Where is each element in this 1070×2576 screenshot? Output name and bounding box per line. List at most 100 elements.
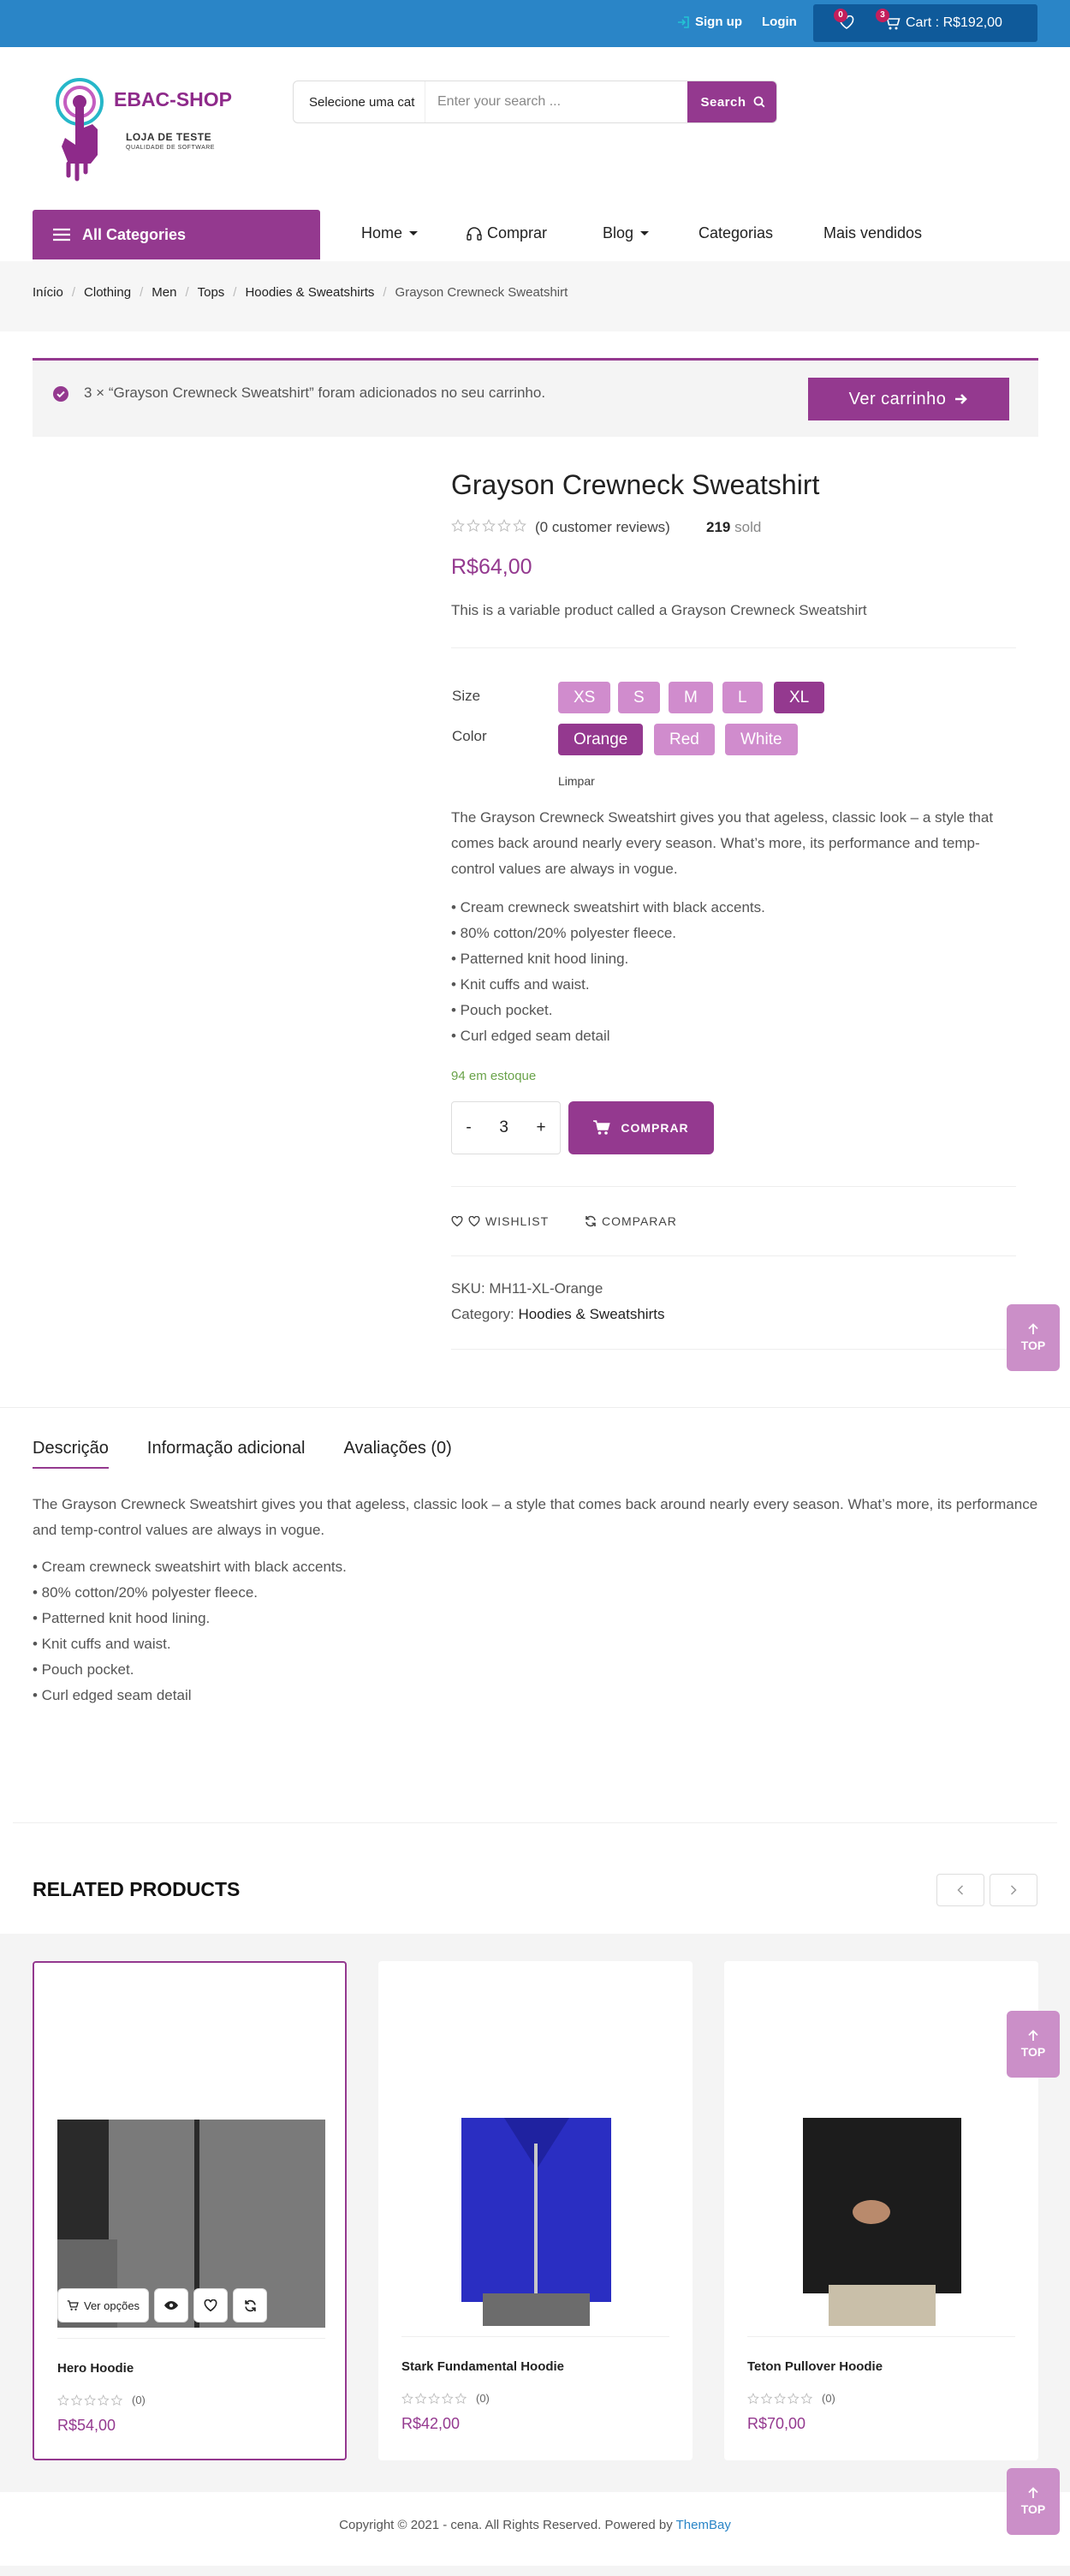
breadcrumb-separator: / (71, 285, 76, 300)
view-options-button[interactable]: Ver opções (57, 2288, 150, 2323)
footer-bottom-strip (0, 2566, 1070, 2576)
chevron-right-icon (1010, 1885, 1017, 1895)
hoodie-image (401, 2118, 669, 2326)
compare-label: COMPARAR (602, 1214, 677, 1228)
eye-icon (163, 2300, 179, 2311)
thembay-link[interactable]: ThemBay (676, 2518, 731, 2532)
feature-item: • 80% cotton/20% polyester fleece. (451, 925, 676, 941)
product-card[interactable]: Ver opções Hero Hoodie (0) R$54,00 (33, 1961, 347, 2460)
nav-comprar[interactable]: Comprar (467, 224, 547, 242)
color-option-red[interactable]: Red (654, 724, 715, 755)
site-logo[interactable]: EBAC-SHOP LOJA DE TESTE QUALIDADE DE SOF… (47, 73, 244, 193)
signin-icon (676, 15, 690, 29)
cart-widget[interactable]: 0 3 Cart : R$192,00 (813, 4, 1037, 42)
arrow-up-icon (1028, 2487, 1038, 2499)
scroll-to-top-button[interactable]: TOP (1007, 1304, 1060, 1371)
size-option-xs[interactable]: XS (558, 682, 611, 713)
nav-mais-vendidos[interactable]: Mais vendidos (823, 224, 922, 242)
product-card[interactable]: Teton Pullover Hoodie (0) R$70,00 (724, 1961, 1038, 2460)
product-image[interactable] (747, 2118, 1015, 2326)
wishlist-count-badge: 0 (834, 9, 847, 22)
carousel-prev-button[interactable] (936, 1874, 984, 1906)
all-categories-button[interactable]: All Categories (33, 210, 320, 259)
product-name[interactable]: Hero Hoodie (57, 2361, 134, 2376)
product-name[interactable]: Stark Fundamental Hoodie (401, 2359, 564, 2374)
add-to-cart-button[interactable]: COMPRAR (568, 1101, 714, 1154)
qty-decrease-button[interactable]: - (466, 1118, 471, 1137)
size-option-m[interactable]: M (669, 682, 713, 713)
search-button[interactable]: Search (687, 81, 776, 122)
product-price: R$42,00 (401, 2415, 461, 2432)
tab-avaliacoes[interactable]: Avaliações (0) (343, 1439, 451, 1469)
heart-icon (451, 1215, 463, 1227)
signup-link[interactable]: Sign up (676, 15, 742, 29)
star-outline-icon (747, 2393, 812, 2404)
size-option-l[interactable]: L (722, 682, 763, 713)
breadcrumb-tops[interactable]: Tops (198, 285, 225, 300)
logo-subtitle: LOJA DE TESTE (126, 131, 212, 143)
feature-item: • Pouch pocket. (33, 1661, 134, 1678)
breadcrumb-hoodies[interactable]: Hoodies & Sweatshirts (245, 285, 374, 300)
search-category-select[interactable]: Selecione uma cat (294, 81, 425, 122)
feature-item: • Knit cuffs and waist. (451, 976, 590, 993)
arrow-right-icon (954, 392, 968, 406)
category-link[interactable]: Hoodies & Sweatshirts (518, 1306, 664, 1322)
nav-home[interactable]: Home (361, 224, 419, 242)
tab-informacao-adicional[interactable]: Informação adicional (147, 1439, 306, 1469)
size-option-s[interactable]: S (618, 682, 660, 713)
carousel-next-button[interactable] (990, 1874, 1037, 1906)
top-bar: Sign up Login 0 3 Cart : R$192,00 (0, 0, 1070, 47)
feature-item: • Cream crewneck sweatshirt with black a… (33, 1559, 347, 1575)
arrow-up-icon (1028, 2030, 1038, 2042)
breadcrumb-inicio[interactable]: Início (33, 285, 63, 300)
check-circle-icon (53, 386, 68, 402)
product-name[interactable]: Teton Pullover Hoodie (747, 2359, 883, 2374)
quick-view-button[interactable] (154, 2288, 189, 2323)
product-sku: SKU: MH11-XL-Orange (451, 1280, 603, 1297)
heart-icon (204, 2299, 217, 2312)
feature-item: • 80% cotton/20% polyester fleece. (33, 1584, 258, 1601)
product-title: Grayson Crewneck Sweatshirt (451, 469, 820, 500)
feature-item: • Cream crewneck sweatshirt with black a… (451, 899, 765, 915)
cart-total: Cart : R$192,00 (906, 15, 1002, 30)
refresh-icon (585, 1215, 597, 1227)
color-label: Color (452, 728, 487, 744)
qty-input[interactable]: 3 (499, 1118, 508, 1137)
feature-item: • Curl edged seam detail (33, 1687, 192, 1703)
product-image[interactable] (401, 2118, 669, 2326)
wishlist-label: WISHLIST (485, 1214, 550, 1228)
size-option-xl[interactable]: XL (774, 682, 825, 713)
color-option-white[interactable]: White (725, 724, 798, 755)
search-input[interactable] (437, 81, 694, 122)
nav-blog[interactable]: Blog (603, 224, 650, 242)
copyright-text: Copyright © 2021 - cena. All Rights Rese… (339, 2518, 673, 2532)
breadcrumb-separator: / (383, 285, 387, 300)
color-option-orange[interactable]: Orange (558, 724, 644, 755)
tab-descricao[interactable]: Descrição (33, 1439, 109, 1469)
breadcrumb-current: Grayson Crewneck Sweatshirt (395, 285, 568, 300)
star-outline-icon (57, 2394, 122, 2406)
breadcrumb-men[interactable]: Men (152, 285, 176, 300)
review-count: (0) (132, 2394, 146, 2406)
sold-count: 219 (706, 519, 731, 535)
clear-variations-link[interactable]: Limpar (558, 774, 595, 788)
breadcrumb-clothing[interactable]: Clothing (84, 285, 131, 300)
add-to-wishlist-link[interactable]: WISHLIST (451, 1214, 549, 1228)
refresh-icon (244, 2299, 257, 2312)
view-cart-label: Ver carrinho (848, 389, 947, 408)
product-tabs: Descrição Informação adicional Avaliaçõe… (33, 1439, 452, 1469)
feature-item: • Patterned knit hood lining. (33, 1610, 211, 1626)
view-cart-button[interactable]: Ver carrinho (808, 378, 1009, 420)
card-compare-button[interactable] (233, 2288, 268, 2323)
login-link[interactable]: Login (762, 15, 797, 29)
scroll-to-top-button[interactable]: TOP (1007, 2011, 1060, 2078)
card-wishlist-button[interactable] (193, 2288, 229, 2323)
product-card[interactable]: Stark Fundamental Hoodie (0) R$42,00 (378, 1961, 693, 2460)
divider (747, 2336, 1015, 2337)
product-reviews-link[interactable]: (0 customer reviews) (535, 519, 670, 536)
qty-increase-button[interactable]: + (537, 1118, 546, 1137)
compare-link[interactable]: COMPARAR (585, 1214, 677, 1228)
hand-pointer-logo-icon (56, 78, 104, 182)
view-options-label: Ver opções (84, 2299, 140, 2312)
nav-categorias[interactable]: Categorias (698, 224, 773, 242)
